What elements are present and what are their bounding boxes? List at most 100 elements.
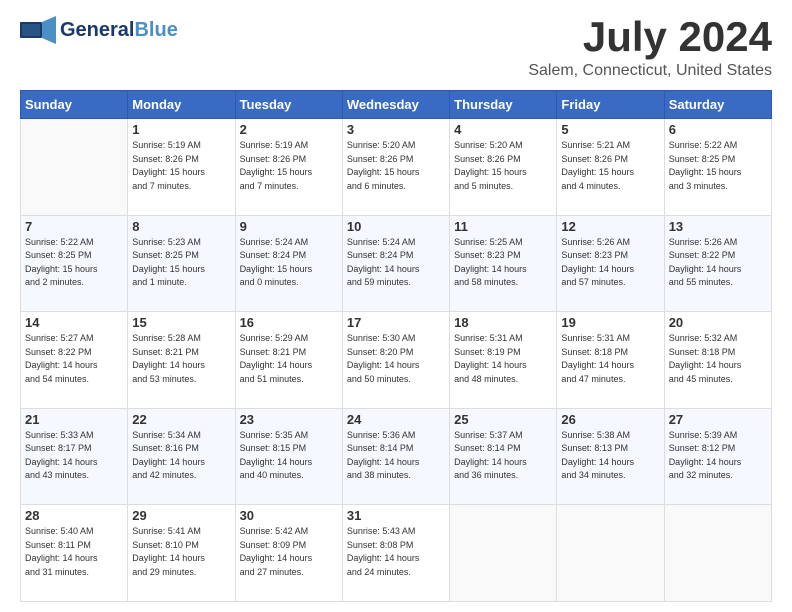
calendar-cell: 26 Sunrise: 5:38 AM Sunset: 8:13 PM Dayli… xyxy=(557,408,664,505)
day-number: 7 xyxy=(25,219,123,234)
day-number: 11 xyxy=(454,219,552,234)
calendar-cell: 30 Sunrise: 5:42 AM Sunset: 8:09 PM Dayli… xyxy=(235,505,342,602)
calendar-cell: 11 Sunrise: 5:25 AM Sunset: 8:23 PM Dayli… xyxy=(450,215,557,312)
col-sunday: Sunday xyxy=(21,91,128,119)
day-number: 26 xyxy=(561,412,659,427)
day-info: Sunrise: 5:37 AM Sunset: 8:14 PM Dayligh… xyxy=(454,429,552,483)
day-info: Sunrise: 5:43 AM Sunset: 8:08 PM Dayligh… xyxy=(347,525,445,579)
calendar-cell xyxy=(664,505,771,602)
day-info: Sunrise: 5:22 AM Sunset: 8:25 PM Dayligh… xyxy=(669,139,767,193)
calendar-cell: 23 Sunrise: 5:35 AM Sunset: 8:15 PM Dayli… xyxy=(235,408,342,505)
page: GeneralBlue July 2024 Salem, Connecticut… xyxy=(0,0,792,612)
week-row-4: 21Sunrise: 5:33 AM Sunset: 8:17 PM Dayli… xyxy=(21,408,772,505)
day-number: 30 xyxy=(240,508,338,523)
day-number: 2 xyxy=(240,122,338,137)
calendar-cell: 15Sunrise: 5:28 AM Sunset: 8:21 PM Dayli… xyxy=(128,312,235,409)
day-number: 5 xyxy=(561,122,659,137)
day-number: 14 xyxy=(25,315,123,330)
day-info: Sunrise: 5:39 AM Sunset: 8:12 PM Dayligh… xyxy=(669,429,767,483)
day-number: 27 xyxy=(669,412,767,427)
calendar-cell: 13 Sunrise: 5:26 AM Sunset: 8:22 PM Dayli… xyxy=(664,215,771,312)
day-info: Sunrise: 5:33 AM Sunset: 8:17 PM Dayligh… xyxy=(25,429,123,483)
calendar-cell: 9 Sunrise: 5:24 AM Sunset: 8:24 PM Daylig… xyxy=(235,215,342,312)
calendar-cell xyxy=(557,505,664,602)
day-info: Sunrise: 5:41 AM Sunset: 8:10 PM Dayligh… xyxy=(132,525,230,579)
day-info: Sunrise: 5:30 AM Sunset: 8:20 PM Dayligh… xyxy=(347,332,445,386)
day-number: 22 xyxy=(132,412,230,427)
location-title: Salem, Connecticut, United States xyxy=(528,62,772,80)
day-number: 23 xyxy=(240,412,338,427)
day-number: 20 xyxy=(669,315,767,330)
col-thursday: Thursday xyxy=(450,91,557,119)
calendar-cell xyxy=(450,505,557,602)
calendar-cell: 17 Sunrise: 5:30 AM Sunset: 8:20 PM Dayli… xyxy=(342,312,449,409)
day-info: Sunrise: 5:21 AM Sunset: 8:26 PM Dayligh… xyxy=(561,139,659,193)
title-block: July 2024 Salem, Connecticut, United Sta… xyxy=(528,16,772,80)
calendar-cell: 3 Sunrise: 5:20 AM Sunset: 8:26 PM Daylig… xyxy=(342,119,449,216)
calendar-cell: 4 Sunrise: 5:20 AM Sunset: 8:26 PM Daylig… xyxy=(450,119,557,216)
day-info: Sunrise: 5:25 AM Sunset: 8:23 PM Dayligh… xyxy=(454,236,552,290)
day-info: Sunrise: 5:22 AM Sunset: 8:25 PM Dayligh… xyxy=(25,236,123,290)
calendar-cell: 29 Sunrise: 5:41 AM Sunset: 8:10 PM Dayli… xyxy=(128,505,235,602)
calendar-cell: 28Sunrise: 5:40 AM Sunset: 8:11 PM Dayli… xyxy=(21,505,128,602)
day-info: Sunrise: 5:34 AM Sunset: 8:16 PM Dayligh… xyxy=(132,429,230,483)
day-info: Sunrise: 5:42 AM Sunset: 8:09 PM Dayligh… xyxy=(240,525,338,579)
day-info: Sunrise: 5:29 AM Sunset: 8:21 PM Dayligh… xyxy=(240,332,338,386)
calendar-cell: 12Sunrise: 5:26 AM Sunset: 8:23 PM Dayli… xyxy=(557,215,664,312)
day-info: Sunrise: 5:35 AM Sunset: 8:15 PM Dayligh… xyxy=(240,429,338,483)
week-row-5: 28Sunrise: 5:40 AM Sunset: 8:11 PM Dayli… xyxy=(21,505,772,602)
day-number: 31 xyxy=(347,508,445,523)
calendar-cell: 19Sunrise: 5:31 AM Sunset: 8:18 PM Dayli… xyxy=(557,312,664,409)
day-number: 13 xyxy=(669,219,767,234)
day-number: 17 xyxy=(347,315,445,330)
day-info: Sunrise: 5:19 AM Sunset: 8:26 PM Dayligh… xyxy=(240,139,338,193)
day-number: 25 xyxy=(454,412,552,427)
week-row-1: 1 Sunrise: 5:19 AM Sunset: 8:26 PM Daylig… xyxy=(21,119,772,216)
day-number: 1 xyxy=(132,122,230,137)
day-info: Sunrise: 5:31 AM Sunset: 8:18 PM Dayligh… xyxy=(561,332,659,386)
day-info: Sunrise: 5:24 AM Sunset: 8:24 PM Dayligh… xyxy=(240,236,338,290)
col-monday: Monday xyxy=(128,91,235,119)
calendar-cell: 5 Sunrise: 5:21 AM Sunset: 8:26 PM Daylig… xyxy=(557,119,664,216)
calendar-cell: 21Sunrise: 5:33 AM Sunset: 8:17 PM Dayli… xyxy=(21,408,128,505)
day-number: 4 xyxy=(454,122,552,137)
calendar-cell: 24Sunrise: 5:36 AM Sunset: 8:14 PM Dayli… xyxy=(342,408,449,505)
calendar-cell xyxy=(21,119,128,216)
calendar-cell: 10Sunrise: 5:24 AM Sunset: 8:24 PM Dayli… xyxy=(342,215,449,312)
day-info: Sunrise: 5:20 AM Sunset: 8:26 PM Dayligh… xyxy=(347,139,445,193)
day-number: 9 xyxy=(240,219,338,234)
day-info: Sunrise: 5:26 AM Sunset: 8:23 PM Dayligh… xyxy=(561,236,659,290)
day-number: 29 xyxy=(132,508,230,523)
calendar-cell: 16 Sunrise: 5:29 AM Sunset: 8:21 PM Dayli… xyxy=(235,312,342,409)
col-tuesday: Tuesday xyxy=(235,91,342,119)
day-number: 6 xyxy=(669,122,767,137)
day-number: 16 xyxy=(240,315,338,330)
day-number: 8 xyxy=(132,219,230,234)
week-row-3: 14 Sunrise: 5:27 AM Sunset: 8:22 PM Dayli… xyxy=(21,312,772,409)
day-number: 3 xyxy=(347,122,445,137)
day-info: Sunrise: 5:38 AM Sunset: 8:13 PM Dayligh… xyxy=(561,429,659,483)
week-row-2: 7 Sunrise: 5:22 AM Sunset: 8:25 PM Daylig… xyxy=(21,215,772,312)
col-wednesday: Wednesday xyxy=(342,91,449,119)
day-info: Sunrise: 5:27 AM Sunset: 8:22 PM Dayligh… xyxy=(25,332,123,386)
calendar-header-row: Sunday Monday Tuesday Wednesday Thursday… xyxy=(21,91,772,119)
calendar-cell: 18Sunrise: 5:31 AM Sunset: 8:19 PM Dayli… xyxy=(450,312,557,409)
logo-icon xyxy=(20,16,56,44)
calendar-cell: 22 Sunrise: 5:34 AM Sunset: 8:16 PM Dayli… xyxy=(128,408,235,505)
day-info: Sunrise: 5:26 AM Sunset: 8:22 PM Dayligh… xyxy=(669,236,767,290)
col-saturday: Saturday xyxy=(664,91,771,119)
calendar-cell: 27 Sunrise: 5:39 AM Sunset: 8:12 PM Dayli… xyxy=(664,408,771,505)
month-title: July 2024 xyxy=(528,16,772,58)
logo-text: GeneralBlue xyxy=(60,20,178,40)
day-info: Sunrise: 5:28 AM Sunset: 8:21 PM Dayligh… xyxy=(132,332,230,386)
day-number: 28 xyxy=(25,508,123,523)
calendar-cell: 25 Sunrise: 5:37 AM Sunset: 8:14 PM Dayli… xyxy=(450,408,557,505)
col-friday: Friday xyxy=(557,91,664,119)
day-info: Sunrise: 5:19 AM Sunset: 8:26 PM Dayligh… xyxy=(132,139,230,193)
calendar-cell: 1 Sunrise: 5:19 AM Sunset: 8:26 PM Daylig… xyxy=(128,119,235,216)
day-number: 18 xyxy=(454,315,552,330)
calendar-cell: 8Sunrise: 5:23 AM Sunset: 8:25 PM Daylig… xyxy=(128,215,235,312)
day-info: Sunrise: 5:20 AM Sunset: 8:26 PM Dayligh… xyxy=(454,139,552,193)
header: GeneralBlue July 2024 Salem, Connecticut… xyxy=(20,16,772,80)
day-info: Sunrise: 5:36 AM Sunset: 8:14 PM Dayligh… xyxy=(347,429,445,483)
